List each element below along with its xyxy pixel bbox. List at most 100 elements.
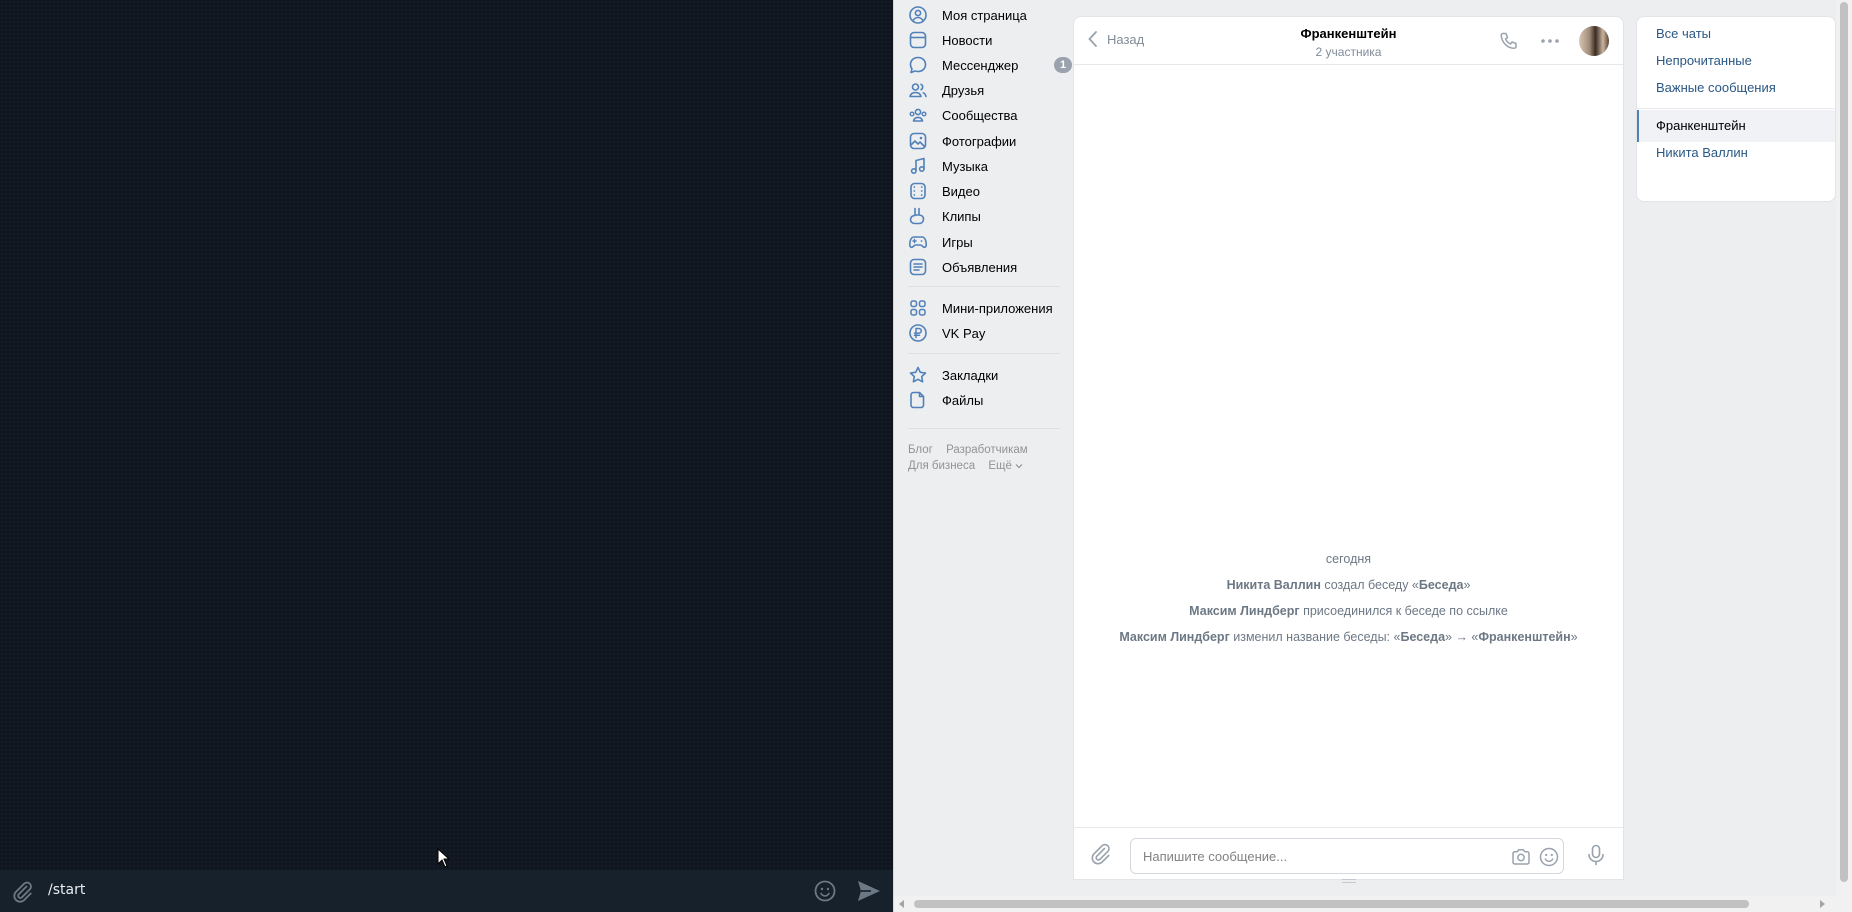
mouse-cursor-icon xyxy=(437,848,451,868)
new-chat-name: Франкенштейн xyxy=(1478,630,1571,644)
nav-item-my-page[interactable]: Моя страница xyxy=(908,2,1068,28)
nav-label: Моя страница xyxy=(942,7,1027,23)
footer-link-more[interactable]: Ещё xyxy=(988,460,1023,472)
files-icon xyxy=(910,391,925,409)
nav-label: Закладки xyxy=(942,367,999,383)
nav-item-friends[interactable]: Друзья xyxy=(908,77,1068,103)
event-actor[interactable]: Максим Линдберг xyxy=(1189,604,1299,618)
phone-icon[interactable] xyxy=(1498,30,1520,52)
music-icon xyxy=(910,157,925,175)
event-text: » xyxy=(1463,578,1471,592)
vk-pay-icon xyxy=(909,324,927,342)
chat-window: Назад Франкенштейн 2 участника сегодня Н… xyxy=(1073,16,1624,883)
nav-item-games[interactable]: Игры xyxy=(908,229,1068,255)
footer-more-label: Ещё xyxy=(988,460,1012,472)
event-text: » → « xyxy=(1445,630,1479,644)
clips-icon xyxy=(909,207,925,225)
nav-divider xyxy=(908,286,1060,287)
mini-apps-icon xyxy=(910,300,926,316)
camera-icon[interactable] xyxy=(1510,846,1532,868)
microphone-icon[interactable] xyxy=(1584,843,1608,867)
games-icon xyxy=(908,236,928,249)
footer-link-developers[interactable]: Разработчикам xyxy=(946,444,1028,456)
event-actor[interactable]: Никита Валлин xyxy=(1227,578,1321,592)
send-icon[interactable] xyxy=(856,879,882,903)
chat-avatar[interactable] xyxy=(1579,26,1609,56)
nav-divider xyxy=(908,428,1060,429)
telegram-composer: /start xyxy=(0,870,893,912)
bookmarks-icon xyxy=(909,366,927,383)
event-text: » xyxy=(1570,630,1578,644)
vertical-scrollbar[interactable] xyxy=(1836,0,1852,896)
nav-item-files[interactable]: Файлы xyxy=(908,387,1068,413)
nav-label: Новости xyxy=(942,32,993,48)
event-text: изменил название беседы: « xyxy=(1229,630,1401,644)
message-input[interactable] xyxy=(1130,838,1564,874)
footer-link-business[interactable]: Для бизнеса xyxy=(908,460,975,472)
pinned-chat-nikita[interactable]: Никита Валлин xyxy=(1637,137,1835,169)
nav-item-news[interactable]: Новости xyxy=(908,27,1068,53)
photos-icon xyxy=(909,132,927,150)
nav-label: Файлы xyxy=(942,392,984,408)
horizontal-scrollbar[interactable] xyxy=(894,896,1852,912)
nav-item-photos[interactable]: Фотографии xyxy=(908,128,1068,154)
event-text: присоединился к беседе по ссылке xyxy=(1299,604,1508,618)
scrollbar-thumb[interactable] xyxy=(914,900,1749,908)
nav-label: Мини-приложения xyxy=(942,300,1053,316)
nav-label: Фотографии xyxy=(942,133,1017,149)
footer-links-row-1: Блог Разработчикам xyxy=(908,444,1038,456)
date-divider: сегодня xyxy=(1325,552,1372,566)
message-composer xyxy=(1074,827,1623,883)
nav-item-vk-pay[interactable]: VK Pay xyxy=(908,320,1068,346)
resize-grip[interactable] xyxy=(1342,879,1356,883)
more-dots-icon[interactable] xyxy=(1539,30,1561,52)
nav-item-ads[interactable]: Объявления xyxy=(908,254,1068,280)
chat-name: Беседа xyxy=(1418,578,1464,592)
footer-link-blog[interactable]: Блог xyxy=(908,444,933,456)
unread-count-badge: 1 xyxy=(1054,57,1072,73)
emoji-icon[interactable] xyxy=(813,879,837,903)
chevron-down-icon xyxy=(1015,464,1023,469)
scroll-right-arrow[interactable] xyxy=(1820,900,1825,908)
event-text: создал беседу « xyxy=(1320,578,1419,592)
emoji-icon[interactable] xyxy=(1538,846,1560,868)
nav-item-communities[interactable]: Сообщества xyxy=(908,102,1068,128)
nav-label: Клипы xyxy=(942,208,981,224)
telegram-message-input[interactable]: /start xyxy=(48,882,85,898)
video-icon xyxy=(910,182,926,200)
event-actor[interactable]: Максим Линдберг xyxy=(1119,630,1229,644)
scroll-left-arrow[interactable] xyxy=(899,900,904,908)
nav-label: Сообщества xyxy=(942,107,1018,123)
news-icon xyxy=(909,31,927,49)
chat-header: Назад Франкенштейн 2 участника xyxy=(1074,17,1623,65)
filter-divider xyxy=(1637,108,1835,109)
profile-icon xyxy=(909,6,927,24)
old-chat-name: Беседа xyxy=(1400,630,1446,644)
filter-important[interactable]: Важные сообщения xyxy=(1637,72,1835,104)
communities-icon xyxy=(909,108,927,122)
nav-label: Мессенджер xyxy=(942,57,1019,73)
chat-filters-panel: Все чаты Непрочитанные Важные сообщения … xyxy=(1636,16,1836,202)
message-history: сегодня Никита Валлин создал беседу «Бес… xyxy=(1074,66,1623,834)
nav-label: Музыка xyxy=(942,158,988,174)
paperclip-icon[interactable] xyxy=(10,880,34,904)
nav-item-video[interactable]: Видео xyxy=(908,178,1068,204)
service-message-renamed: Максим Линдберг изменил название беседы:… xyxy=(1074,630,1623,644)
nav-divider xyxy=(908,353,1060,354)
messenger-icon xyxy=(909,56,927,74)
nav-item-mini-apps[interactable]: Мини-приложения xyxy=(908,295,1068,321)
nav-label: VK Pay xyxy=(942,325,986,341)
paperclip-icon[interactable] xyxy=(1088,842,1112,866)
service-message-joined: Максим Линдберг присоединился к беседе п… xyxy=(1074,604,1623,618)
service-message-created: Никита Валлин создал беседу «Беседа» xyxy=(1074,578,1623,592)
nav-item-music[interactable]: Музыка xyxy=(908,153,1068,179)
scrollbar-thumb[interactable] xyxy=(1840,2,1848,882)
nav-item-clips[interactable]: Клипы xyxy=(908,203,1068,229)
nav-item-messenger[interactable]: Мессенджер 1 xyxy=(908,52,1072,78)
vk-side-navigation: Моя страница Новости Мессенджер 1 Друзья… xyxy=(894,0,1072,912)
telegram-chat-pane: /start xyxy=(0,0,893,912)
friends-icon xyxy=(909,83,927,98)
nav-label: Объявления xyxy=(942,259,1018,275)
nav-item-bookmarks[interactable]: Закладки xyxy=(908,362,1068,388)
footer-links-row-2: Для бизнеса Ещё xyxy=(908,460,1033,472)
